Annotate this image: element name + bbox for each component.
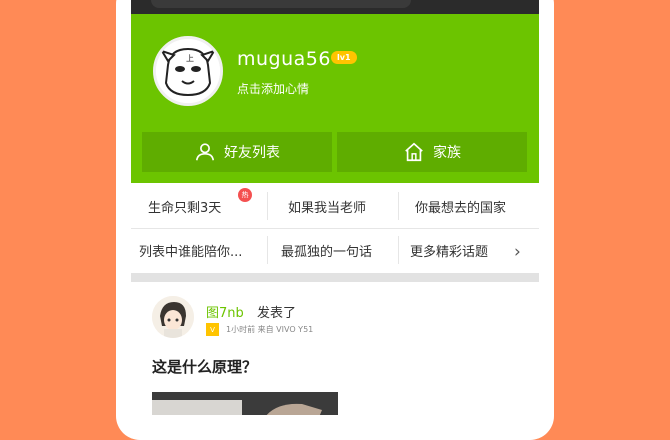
topic-grid: 生命只剩3天 热 如果我当老师 你最想去的国家 列表中谁能陪你... 最孤独的一… bbox=[131, 183, 539, 273]
profile-header: 上 mugua56 lv1 点击添加心情 好友列表 家族 bbox=[131, 14, 539, 183]
post-author[interactable]: 图7nb bbox=[206, 302, 244, 321]
topic-item[interactable]: 生命只剩3天 bbox=[148, 197, 221, 216]
username: mugua56 bbox=[237, 48, 331, 70]
friends-list-button[interactable]: 好友列表 bbox=[142, 132, 332, 172]
family-button[interactable]: 家族 bbox=[337, 132, 527, 172]
post-image[interactable] bbox=[152, 392, 338, 415]
more-topics-link[interactable]: 更多精彩话题 bbox=[410, 241, 488, 260]
divider bbox=[267, 236, 268, 264]
hot-badge: 热 bbox=[238, 188, 252, 202]
topic-item[interactable]: 如果我当老师 bbox=[288, 197, 366, 216]
divider bbox=[398, 236, 399, 264]
level-badge: lv1 bbox=[331, 51, 357, 64]
topic-item[interactable]: 列表中谁能陪你... bbox=[139, 241, 242, 260]
svg-text:上: 上 bbox=[186, 54, 194, 63]
divider bbox=[131, 228, 539, 229]
topic-item[interactable]: 你最想去的国家 bbox=[415, 197, 506, 216]
topic-item[interactable]: 最孤独的一句话 bbox=[281, 241, 372, 260]
post-photo bbox=[152, 392, 338, 415]
post-title[interactable]: 这是什么原理？ bbox=[152, 356, 257, 377]
family-label: 家族 bbox=[433, 145, 461, 161]
feed-post[interactable]: 图7nb 发表了 V 1小时前 来自 VIVO Y51 这是什么原理？ bbox=[131, 282, 539, 415]
top-bar-decor bbox=[151, 0, 411, 8]
cartoon-avatar-icon: 上 bbox=[156, 39, 220, 103]
divider bbox=[398, 192, 399, 220]
status-bar bbox=[131, 0, 539, 14]
anime-avatar-icon bbox=[152, 296, 194, 338]
user-avatar[interactable]: 上 bbox=[153, 36, 223, 106]
friends-list-label: 好友列表 bbox=[224, 145, 280, 161]
post-meta: 1小时前 来自 VIVO Y51 bbox=[226, 325, 314, 334]
author-avatar[interactable] bbox=[152, 296, 194, 338]
home-icon bbox=[405, 142, 423, 162]
section-divider bbox=[131, 273, 539, 282]
mood-prompt[interactable]: 点击添加心情 bbox=[237, 80, 309, 97]
chevron-right-icon[interactable]: › bbox=[514, 242, 521, 262]
post-action: 发表了 bbox=[257, 306, 297, 321]
user-icon bbox=[195, 143, 215, 161]
divider bbox=[267, 192, 268, 220]
vip-badge: V bbox=[206, 323, 219, 336]
app-screen: 上 mugua56 lv1 点击添加心情 好友列表 家族 生命只剩3天 热 如果… bbox=[131, 0, 539, 415]
